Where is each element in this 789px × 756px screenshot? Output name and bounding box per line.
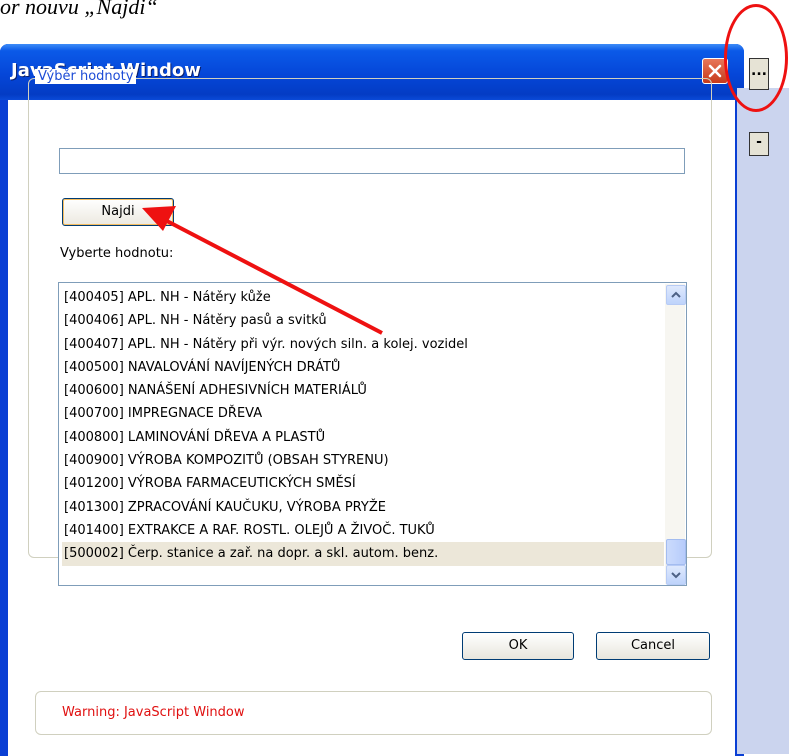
arrow-icon [142, 206, 383, 335]
